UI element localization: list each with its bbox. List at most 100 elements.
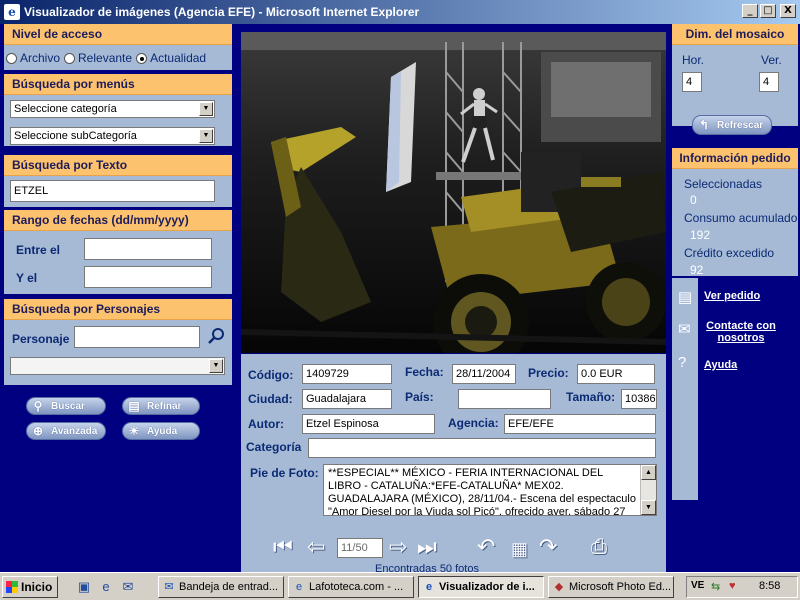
previous-photo-icon[interactable]: ⇦ <box>307 536 325 558</box>
credit-value: 92 <box>690 263 704 277</box>
author-label: Autor: <box>248 417 284 431</box>
task-label: Visualizador de i... <box>439 581 535 593</box>
category-label: Categoría <box>246 440 302 454</box>
page-indicator[interactable]: 11/50 <box>337 538 383 558</box>
radio-relevante[interactable]: Relevante <box>64 51 132 65</box>
task-photo-editor[interactable]: ◆ Microsoft Photo Ed... <box>548 576 674 598</box>
advanced-button[interactable]: ⊕ Avanzada <box>26 422 106 440</box>
radio-selected-icon <box>136 52 148 64</box>
first-photo-icon[interactable]: ⏮ <box>273 536 293 558</box>
date-to-input[interactable] <box>84 266 212 288</box>
mosaic-hor-input[interactable]: 4 <box>682 72 702 92</box>
agency-field[interactable]: EFE/EFE <box>504 414 656 434</box>
date-from-label: Entre el <box>16 243 61 257</box>
system-tray: VE ⇆ ♥ 8:58 <box>686 576 798 598</box>
refresh-button-label: Refrescar <box>717 119 764 131</box>
contact-link[interactable]: Contacte con nosotros <box>700 320 782 344</box>
ie-page-icon: e <box>425 581 433 593</box>
view-order-link[interactable]: Ver pedido <box>704 290 774 302</box>
photo-editor-icon: ◆ <box>554 581 564 593</box>
radio-actualidad[interactable]: Actualidad <box>136 51 206 65</box>
country-field[interactable] <box>458 389 551 409</box>
download-icon[interactable]: ⎙ <box>591 536 607 558</box>
mosaic-ver-input[interactable]: 4 <box>759 72 779 92</box>
task-label: Bandeja de entrad... <box>179 581 279 593</box>
radio-label: Actualidad <box>150 51 207 65</box>
window-titlebar[interactable]: e Visualizador de imágenes (Agencia EFE)… <box>0 0 800 24</box>
left-sidebar: Nivel de acceso Archivo Relevante Actual… <box>0 24 236 572</box>
menu-search-title: Búsqueda por menús <box>4 74 232 95</box>
person-input[interactable] <box>74 326 200 348</box>
radio-label: Archivo <box>20 51 61 65</box>
order-info-panel: Información pedido Seleccionadas 0 Consu… <box>672 148 798 277</box>
language-icon[interactable]: VE <box>691 580 704 591</box>
help-link[interactable]: Ayuda <box>704 359 774 371</box>
scroll-down-icon[interactable]: ▼ <box>641 500 656 515</box>
author-field[interactable]: Etzel Espinosa <box>302 414 435 434</box>
radio-archivo[interactable]: Archivo <box>6 51 60 65</box>
radio-icon <box>64 52 76 64</box>
search-button[interactable]: ⚲ Buscar <box>26 397 106 415</box>
rotate-left-icon[interactable]: ↶ <box>477 536 495 558</box>
dropdown-arrow-icon[interactable]: ▼ <box>209 359 223 373</box>
size-label: Tamaño: <box>566 390 616 404</box>
search-icon[interactable] <box>206 326 226 346</box>
ie-quicklaunch-icon[interactable]: e <box>98 579 114 595</box>
desktop-icon[interactable]: ▣ <box>76 579 92 595</box>
next-photo-icon[interactable]: ⇨ <box>389 536 407 558</box>
country-label: País: <box>405 390 434 404</box>
task-lafototeca[interactable]: e Lafototeca.com - ... <box>288 576 414 598</box>
magnifier-icon: ⚲ <box>33 399 43 413</box>
code-field[interactable]: 1409729 <box>302 364 392 384</box>
photo-details-panel: Código: 1409729 Fecha: 28/11/2004 Precio… <box>241 354 666 542</box>
antivirus-icon[interactable]: ♥ <box>729 580 736 592</box>
crosshair-icon: ⊕ <box>32 424 44 438</box>
task-visualizador[interactable]: e Visualizador de i... <box>418 576 544 598</box>
photo-viewer[interactable] <box>241 32 666 353</box>
refine-button-label: Refinar <box>147 400 182 412</box>
dropdown-arrow-icon[interactable]: ▼ <box>199 129 213 143</box>
lightbulb-icon: ☀ <box>128 424 140 438</box>
order-list-icon: ▤ <box>678 289 693 306</box>
price-field[interactable]: 0.0 EUR <box>577 364 655 384</box>
last-photo-icon[interactable]: ⏭ <box>417 536 437 558</box>
close-button[interactable]: X <box>780 4 796 18</box>
date-field[interactable]: 28/11/2004 <box>452 364 516 384</box>
date-from-input[interactable] <box>84 238 212 260</box>
date-to-label: Y el <box>16 271 38 285</box>
text-search-input[interactable]: ETZEL <box>10 180 215 202</box>
filter-icon: ▤ <box>128 399 140 413</box>
mosaic-grid-icon[interactable]: ▦ <box>511 538 528 560</box>
inbox-icon: ✉ <box>164 581 174 593</box>
refresh-button[interactable]: ↰ Refrescar <box>692 115 772 135</box>
maximize-button[interactable]: □ <box>760 4 776 18</box>
dropdown-arrow-icon[interactable]: ▼ <box>199 102 213 116</box>
category-field[interactable] <box>308 438 656 458</box>
scroll-up-icon[interactable]: ▲ <box>641 465 656 480</box>
consumption-value: 192 <box>690 228 711 242</box>
access-level-title: Nivel de acceso <box>4 24 232 45</box>
caption-scrollbar[interactable]: ▲ ▼ <box>640 465 656 515</box>
person-select[interactable]: ▼ <box>10 357 225 375</box>
subcategory-select[interactable]: Seleccione subCategoría ▼ <box>10 127 215 145</box>
stage-photo <box>241 32 666 353</box>
city-label: Ciudad: <box>248 392 293 406</box>
access-level-panel: Nivel de acceso Archivo Relevante Actual… <box>4 24 232 70</box>
consumption-label: Consumo acumulado <box>684 211 798 225</box>
task-inbox[interactable]: ✉ Bandeja de entrad... <box>158 576 284 598</box>
outlook-quicklaunch-icon[interactable]: ✉ <box>120 579 136 595</box>
caption-textarea[interactable]: **ESPECIAL** MÉXICO - FERIA INTERNACIONA… <box>323 464 657 516</box>
order-info-title: Información pedido <box>672 148 798 169</box>
date-range-panel: Rango de fechas (dd/mm/yyyy) Entre el Y … <box>4 210 232 294</box>
refine-button[interactable]: ▤ Refinar <box>122 397 200 415</box>
category-select[interactable]: Seleccione categoría ▼ <box>10 100 215 118</box>
date-label: Fecha: <box>405 365 444 379</box>
minimize-button[interactable]: _ <box>742 4 758 18</box>
help-button[interactable]: ☀ Ayuda <box>122 422 200 440</box>
date-range-title: Rango de fechas (dd/mm/yyyy) <box>4 210 232 231</box>
network-icon[interactable]: ⇆ <box>711 580 720 593</box>
size-field[interactable]: 10386 <box>621 389 657 409</box>
rotate-right-icon[interactable]: ↷ <box>539 536 557 558</box>
city-field[interactable]: Guadalajara <box>302 389 392 409</box>
start-button[interactable]: Inicio <box>2 576 58 598</box>
